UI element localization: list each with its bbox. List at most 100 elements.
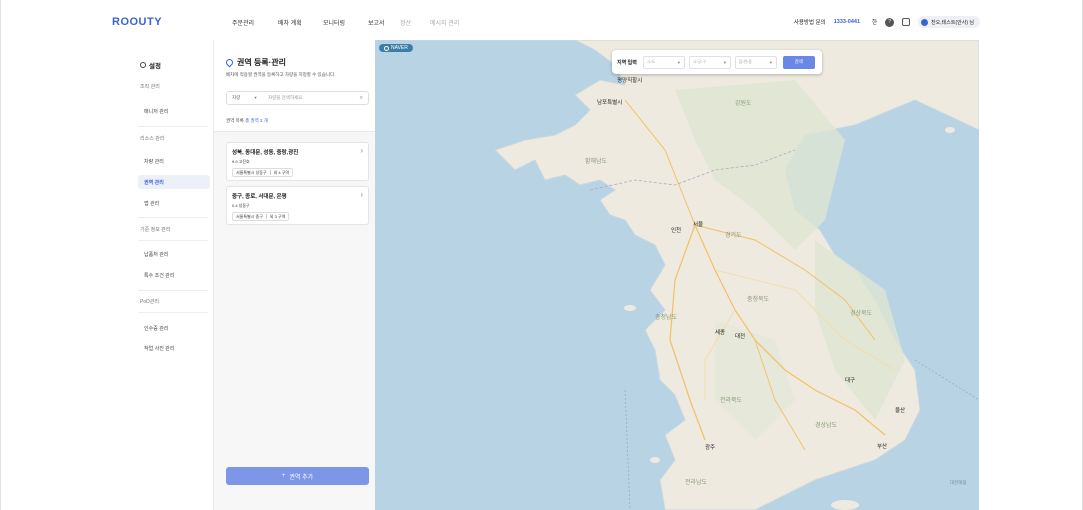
window-border-left xyxy=(0,0,1,510)
search-category-value: 차량 xyxy=(232,95,241,100)
map-label: 강원도 xyxy=(735,101,752,107)
map-label: 남포특별시 xyxy=(597,100,623,106)
region-sub: 9.9 고진호 xyxy=(232,159,250,164)
map-label: 광주 xyxy=(705,445,716,451)
sidebar-item-vehicles[interactable]: 차량 관리 xyxy=(144,158,164,165)
tag-separator xyxy=(265,214,267,219)
language-toggle[interactable]: 한 xyxy=(872,18,877,26)
map-provider-name: NAVER xyxy=(391,45,408,51)
chevron-down-icon: ▼ xyxy=(768,59,773,65)
district-select-value: 시/군/구 xyxy=(692,59,707,64)
nav-orders[interactable]: 주문관리 xyxy=(232,18,278,27)
region-count-value: 총 권역 2 개 xyxy=(245,118,268,123)
region-area-count: 외 4 구역 xyxy=(273,169,290,175)
sidebar-divider xyxy=(138,126,208,127)
nav-dispatch-plan[interactable]: 배차 계획 xyxy=(278,18,323,27)
region-filter-bar: 지역 입력 시/도 ▼ 시/군/구 ▼ 읍/면/동 ▼ 검색 xyxy=(612,50,822,74)
region-area-count: 외 3 구역 xyxy=(269,213,286,219)
map-label: 충청남도 xyxy=(655,315,678,321)
map-label: 전라북도 xyxy=(720,398,743,404)
map-label: 대한해협 xyxy=(950,480,967,485)
town-select[interactable]: 읍/면/동 ▼ xyxy=(734,55,777,69)
region-city: 서울특별시 중구 xyxy=(236,213,263,219)
add-region-button[interactable]: + 권역 추가 xyxy=(226,467,369,485)
island-shape xyxy=(831,500,859,510)
region-sub: 0.4 성동구 xyxy=(232,203,250,208)
map-view[interactable]: NAVER 지역 입력 시/도 ▼ 시/군/구 ▼ 읍/면/동 ▼ 검색 평양직… xyxy=(375,40,979,510)
map-label: 서울 xyxy=(693,222,704,228)
sidebar-item-special-conditions[interactable]: 특수 조건 관리 xyxy=(144,272,174,279)
user-menu[interactable]: 찬오,테스트(안사) 님 xyxy=(918,16,980,28)
plus-icon: + xyxy=(281,473,286,479)
map-search-button[interactable]: 검색 xyxy=(782,55,815,69)
add-region-label: 권역 추가 xyxy=(289,474,314,481)
region-card[interactable]: 중구, 종로, 서대문, 은평 0.4 성동구 서울특별시 중구 외 3 구역 … xyxy=(226,186,369,225)
gear-icon xyxy=(140,62,146,68)
region-search: 차량 ▼ 차량을 검색하세요 ⌕ xyxy=(226,91,369,105)
inquiry-label: 사용방법 문의 xyxy=(793,20,826,26)
notification-icon[interactable] xyxy=(902,18,911,26)
sidebar-group-resources: 리소스 관리 xyxy=(140,136,165,142)
tag-separator xyxy=(269,170,271,175)
sidebar-item-managers[interactable]: 매니저 관리 xyxy=(144,108,168,115)
map-label: 경기도 xyxy=(725,233,742,239)
province-select-value: 시/도 xyxy=(646,59,656,64)
app-logo[interactable]: ROOUTY xyxy=(104,16,221,28)
nav-reports[interactable]: 보고서 xyxy=(368,18,400,27)
app-window: ROOUTY 주문관리 배차 계획 모니터링 보고서 정산 메시지 관리 사용방… xyxy=(0,0,1083,510)
region-city: 서울특별시 성동구 xyxy=(236,169,267,175)
naver-logo-icon xyxy=(384,45,389,51)
island-shape xyxy=(945,127,955,133)
region-panel: 권역 등록·관리 배차에 적용할 권역을 등록하고 차량을 지정할 수 있습니다… xyxy=(214,40,375,510)
settings-sidebar: 설정 조직 관리 매니저 관리 리소스 관리 차량 관리 권역 관리 앱 관리 … xyxy=(118,40,214,510)
map-label: 대전 xyxy=(735,334,746,340)
search-category-select[interactable]: 차량 ▼ xyxy=(232,95,268,101)
sidebar-item-apps[interactable]: 앱 관리 xyxy=(144,200,159,207)
maritime-line xyxy=(624,389,631,510)
map-label: 충청북도 xyxy=(747,297,770,303)
map-label: 평양직할시 xyxy=(617,78,643,84)
nav-settlement[interactable]: 정산 xyxy=(400,18,430,27)
province-select[interactable]: 시/도 ▼ xyxy=(642,55,685,69)
help-icon[interactable]: ? xyxy=(885,17,895,27)
map-label: 경상남도 xyxy=(815,423,838,429)
sidebar-title: 설정 xyxy=(140,60,161,70)
region-area-tag: 서울특별시 중구 외 3 구역 xyxy=(232,212,290,221)
support-phone[interactable]: 1333-0441 xyxy=(834,19,860,25)
region-name: 중구, 종로, 서대문, 은평 xyxy=(232,194,287,200)
sidebar-divider xyxy=(138,290,208,291)
region-card[interactable]: 성북, 동대문, 성동, 중랑,광진 9.9 고진호 서울특별시 성동구 외 4… xyxy=(226,142,369,181)
header-utilities: 사용방법 문의 1333-0441 한 ? 찬오,테스트(안사) 님 xyxy=(794,16,980,28)
map-label: 세종 xyxy=(715,330,726,336)
sidebar-divider xyxy=(138,312,208,313)
avatar xyxy=(921,18,929,26)
user-name: 찬오,테스트(안사) 님 xyxy=(931,19,974,26)
nav-monitoring[interactable]: 모니터링 xyxy=(323,18,368,27)
top-navigation: ROOUTY 주문관리 배차 계획 모니터링 보고서 정산 메시지 관리 사용방… xyxy=(104,10,980,34)
region-list: 성북, 동대문, 성동, 중랑,광진 9.9 고진호 서울특별시 성동구 외 4… xyxy=(214,132,375,510)
town-select-value: 읍/면/동 xyxy=(738,59,753,64)
island-shape xyxy=(624,305,636,311)
island-shape xyxy=(650,457,660,463)
page-title: 권역 등록·관리 xyxy=(224,57,287,68)
page-title-text: 권역 등록·관리 xyxy=(237,58,287,67)
chevron-down-icon: ▼ xyxy=(676,59,681,65)
chevron-down-icon: ▼ xyxy=(253,95,258,100)
sidebar-group-master-data: 기준 정보 관리 xyxy=(140,227,171,233)
search-icon[interactable]: ⌕ xyxy=(360,95,363,102)
map-label: 인천 xyxy=(671,228,682,234)
sidebar-item-delivery-sites[interactable]: 납품처 관리 xyxy=(144,251,168,258)
sidebar-divider xyxy=(138,240,208,241)
nav-messages[interactable]: 메시지 관리 xyxy=(430,18,490,27)
sidebar-item-regions[interactable]: 권역 관리 xyxy=(144,179,164,186)
district-select[interactable]: 시/군/구 ▼ xyxy=(688,55,731,69)
sidebar-group-pod: PoD관리 xyxy=(140,299,159,305)
search-input[interactable]: 차량을 검색하세요 xyxy=(268,95,302,101)
chevron-down-icon: ▼ xyxy=(722,59,727,65)
chevron-right-icon: › xyxy=(360,190,363,199)
map-label: 대구 xyxy=(845,378,856,384)
map-label: 황해남도 xyxy=(585,159,608,165)
sidebar-item-work-photos[interactable]: 작업 사진 관리 xyxy=(144,345,174,352)
sidebar-item-receipts[interactable]: 인수증 관리 xyxy=(144,325,168,332)
region-count-label: 권역 목록 xyxy=(226,118,244,123)
